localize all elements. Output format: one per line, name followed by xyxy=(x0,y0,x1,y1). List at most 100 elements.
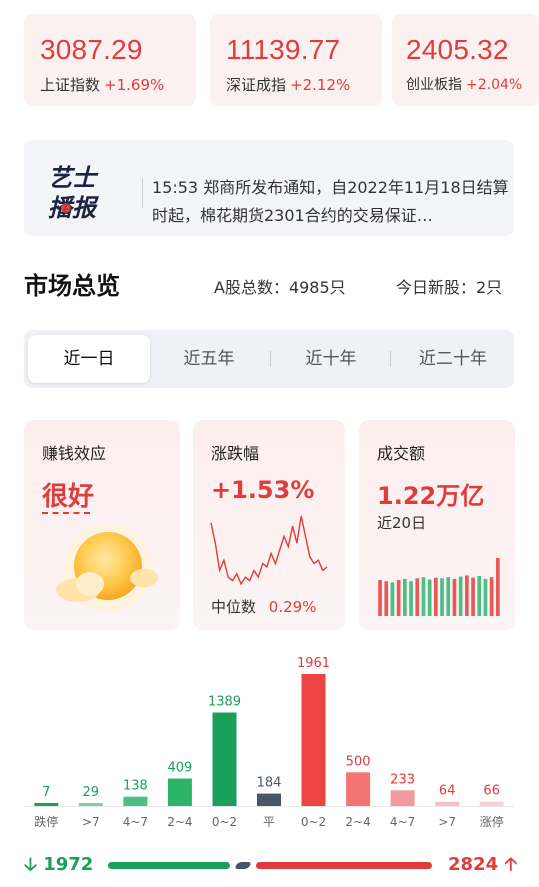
advancers-value: 2824 xyxy=(448,854,499,875)
advancers-count: 2824 🡡 xyxy=(448,852,517,882)
distribution-category-label: >7 xyxy=(82,815,100,829)
decliners-count: 🡣 1972 xyxy=(24,852,93,882)
turnover-bar xyxy=(496,558,500,616)
distribution-bar xyxy=(167,778,192,806)
distribution-value-label: 233 xyxy=(390,772,415,787)
index-card-sh[interactable]: 3087.29 上证指数 +1.69% xyxy=(24,14,196,106)
turnover-bar xyxy=(415,578,420,616)
turnover-bar xyxy=(390,582,395,616)
median-value: 0.29% xyxy=(268,598,317,616)
distribution-value-label: 1389 xyxy=(208,695,241,710)
news-logo: 艺士 播报 xyxy=(48,164,99,222)
index-card-sz[interactable]: 11139.77 深证成指 +2.12% xyxy=(210,14,382,106)
distribution-value-label: 7 xyxy=(42,785,50,800)
news-text: 15:53 郑商所发布通知，自2022年11月18日结算时起，棉花期货2301合… xyxy=(152,178,509,225)
index-name: 创业板指 xyxy=(406,77,462,93)
turnover-bar xyxy=(434,577,438,616)
turnover-bar xyxy=(489,577,494,616)
turnover-bar xyxy=(465,575,469,616)
turnover-bar xyxy=(421,577,426,616)
logo-dot xyxy=(61,203,71,213)
sentiment-label: 赚钱效应 xyxy=(42,444,107,463)
index-subline: 上证指数 +1.69% xyxy=(40,74,196,95)
turnover-bar xyxy=(471,577,475,616)
distribution-category-label: 平 xyxy=(263,815,275,829)
median-line: 中位数 0.29% xyxy=(211,596,316,617)
distribution-svg: 7 跌停 29 >7 138 4~7 409 2~4 1389 0~2 184 平 1961 0~2 500… xyxy=(24,656,514,829)
index-name: 上证指数 xyxy=(40,76,101,94)
advancers-bar xyxy=(256,862,432,869)
turnover-bar xyxy=(427,579,432,616)
distribution-category-label: 0~2 xyxy=(212,815,237,829)
change-card[interactable]: 涨跌幅 +1.53% 中位数 0.29% xyxy=(193,420,345,630)
distribution-category-label: 跌停 xyxy=(34,814,58,829)
section-title: 市场总览 xyxy=(24,272,120,300)
distribution-bar xyxy=(346,772,371,806)
distribution-bar xyxy=(301,674,326,806)
turnover-bar xyxy=(452,578,457,616)
turnover-bar-chart xyxy=(378,558,500,616)
index-value: 11139.77 xyxy=(226,34,341,65)
distribution-value-label: 66 xyxy=(483,784,500,799)
tab-separator xyxy=(390,351,391,367)
tab-separator xyxy=(270,351,271,367)
flat-bar xyxy=(233,862,253,869)
arrow-up-icon: 🡡 xyxy=(504,854,518,875)
turnover-bar xyxy=(477,576,482,616)
turnover-bar xyxy=(446,577,451,616)
distribution-category-label: 4~7 xyxy=(123,815,148,829)
logo-line2: 播报 xyxy=(48,194,99,222)
change-line-chart xyxy=(210,515,328,586)
index-name: 深证成指 xyxy=(226,76,287,94)
period-tabs: 近一日 近五年 近十年 近二十年 xyxy=(24,330,514,388)
news-divider xyxy=(142,178,143,208)
a-share-total: A股总数：4985只 xyxy=(214,278,346,297)
index-cards: 3087.29 上证指数 +1.69% 11139.77 深证成指 +2.12% 2… xyxy=(24,14,539,106)
turnover-bar xyxy=(403,578,407,616)
change-value: +1.53% xyxy=(211,476,315,504)
turnover-bar xyxy=(409,581,413,616)
index-card-cyb[interactable]: 2405.32 创业板指 +2.04% xyxy=(392,14,539,106)
distribution-value-label: 409 xyxy=(167,761,192,776)
distribution-value-label: 138 xyxy=(123,779,148,794)
change-line-series xyxy=(210,515,328,586)
tab-20-years[interactable]: 近二十年 xyxy=(396,335,510,383)
tab-1-day[interactable]: 近一日 xyxy=(28,335,150,383)
tab-10-years[interactable]: 近十年 xyxy=(276,335,386,383)
decliners-bar xyxy=(108,862,230,869)
index-subline: 创业板指 +2.04% xyxy=(406,74,539,94)
logo-line1: 艺士 xyxy=(48,164,99,192)
turnover-bar xyxy=(483,578,488,616)
median-label: 中位数 xyxy=(211,598,257,616)
distribution-bar xyxy=(257,793,281,806)
turnover-bar xyxy=(384,581,389,616)
distribution-bar xyxy=(212,712,237,806)
sun-icon xyxy=(56,524,158,612)
sentiment-underline xyxy=(42,512,90,514)
index-change: +2.12% xyxy=(290,76,351,94)
distribution-value-label: 1961 xyxy=(297,656,330,671)
index-value: 3087.29 xyxy=(40,34,143,65)
arrow-down-icon: 🡣 xyxy=(24,854,37,875)
index-value: 2405.32 xyxy=(406,34,509,65)
distribution-value-label: 64 xyxy=(439,784,456,799)
distribution-chart: 7 跌停 29 >7 138 4~7 409 2~4 1389 0~2 184 平 1961 0~2 500… xyxy=(24,640,524,840)
news-ticker[interactable]: 艺士 播报 15:53 郑商所发布通知，自2022年11月18日结算时起，棉花期… xyxy=(24,140,514,236)
tab-5-years[interactable]: 近五年 xyxy=(154,335,264,383)
sentiment-value: 很好 xyxy=(42,482,95,512)
turnover-period: 近20日 xyxy=(377,514,427,532)
distribution-bar xyxy=(78,803,103,806)
sentiment-card[interactable]: 赚钱效应 很好 xyxy=(24,420,180,630)
distribution-bar xyxy=(34,803,59,806)
turnover-card[interactable]: 成交额 1.22万亿 近20日 xyxy=(359,420,515,630)
index-change: +2.04% xyxy=(466,77,523,93)
change-label: 涨跌幅 xyxy=(211,444,260,463)
distribution-bar xyxy=(435,801,460,806)
distribution-category-label: 0~2 xyxy=(301,815,326,829)
distribution-category-label: 4~7 xyxy=(390,815,415,829)
turnover-label: 成交额 xyxy=(377,444,426,463)
distribution-value-label: 29 xyxy=(83,785,100,800)
distribution-category-label: 涨停 xyxy=(480,814,504,829)
turnover-bar xyxy=(378,580,382,616)
distribution-value-label: 500 xyxy=(346,754,371,769)
